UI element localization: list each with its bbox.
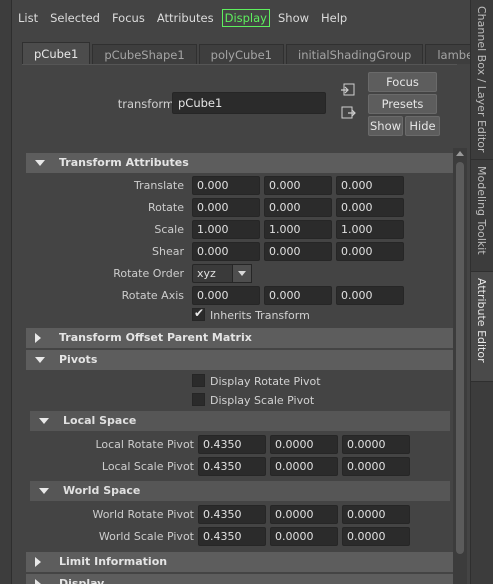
rotate-x-field[interactable] xyxy=(192,198,260,217)
vertical-scrollbar[interactable] xyxy=(453,148,467,584)
focus-button[interactable]: Focus xyxy=(368,72,437,92)
local-scale-pivot-y-field[interactable] xyxy=(270,457,338,476)
rotate-axis-label: Rotate Axis xyxy=(121,289,184,302)
tab-initialshadinggroup[interactable]: initialShadingGroup xyxy=(286,44,424,64)
node-type-label: transform: xyxy=(117,97,178,111)
shear-z-field[interactable] xyxy=(336,242,404,261)
attributes-scroll-area[interactable]: Transform Attributes Translate Rotate Sc… xyxy=(26,148,454,584)
scale-y-field[interactable] xyxy=(264,220,332,239)
hide-button[interactable]: Hide xyxy=(405,116,440,136)
world-rotate-pivot-z-field[interactable] xyxy=(342,505,410,524)
world-scale-pivot-z-field[interactable] xyxy=(342,527,410,546)
go-to-input-icon[interactable] xyxy=(340,83,356,97)
tab-pcube1[interactable]: pCube1 xyxy=(22,42,91,64)
menu-display[interactable]: Display xyxy=(221,9,270,27)
display-rotate-pivot-label: Display Rotate Pivot xyxy=(210,375,321,388)
right-side-tabs: Channel Box / Layer Editor Modeling Tool… xyxy=(470,0,493,584)
node-name-field[interactable] xyxy=(172,92,326,114)
world-rotate-pivot-x-field[interactable] xyxy=(198,505,266,524)
translate-z-field[interactable] xyxy=(336,176,404,195)
rotate-order-label: Rotate Order xyxy=(113,267,184,280)
menu-help[interactable]: Help xyxy=(315,9,353,27)
menu-selected[interactable]: Selected xyxy=(44,9,106,27)
collapse-arrow-icon xyxy=(35,357,45,363)
world-scale-pivot-y-field[interactable] xyxy=(270,527,338,546)
translate-x-field[interactable] xyxy=(192,176,260,195)
scale-x-field[interactable] xyxy=(192,220,260,239)
shear-y-field[interactable] xyxy=(264,242,332,261)
subsection-local-space[interactable]: Local Space xyxy=(30,411,450,431)
tab-pcubeshape1[interactable]: pCubeShape1 xyxy=(92,44,197,64)
presets-button[interactable]: Presets xyxy=(368,94,437,114)
expand-arrow-icon xyxy=(35,579,41,584)
section-display[interactable]: Display xyxy=(26,574,454,584)
tab-attribute-editor[interactable]: Attribute Editor xyxy=(471,272,493,382)
menu-show[interactable]: Show xyxy=(272,9,315,27)
tab-channel-box-layer-editor[interactable]: Channel Box / Layer Editor xyxy=(471,0,493,160)
scroll-up-arrow-icon[interactable] xyxy=(456,151,464,156)
scale-label: Scale xyxy=(154,223,184,236)
world-rotate-pivot-y-field[interactable] xyxy=(270,505,338,524)
rotate-order-value: xyz xyxy=(197,267,216,280)
expand-arrow-icon xyxy=(35,557,41,567)
expand-arrow-icon xyxy=(35,333,41,343)
shear-x-field[interactable] xyxy=(192,242,260,261)
rotate-axis-x-field[interactable] xyxy=(192,286,260,305)
attribute-editor-panel: List Selected Focus Attributes Display S… xyxy=(12,0,470,584)
display-scale-pivot-checkbox[interactable] xyxy=(192,393,205,406)
local-scale-pivot-x-field[interactable] xyxy=(198,457,266,476)
dropdown-button[interactable] xyxy=(232,264,252,283)
section-transform-attributes[interactable]: Transform Attributes xyxy=(26,153,454,173)
translate-y-field[interactable] xyxy=(264,176,332,195)
chevron-down-icon xyxy=(238,271,246,276)
world-scale-pivot-label: World Scale Pivot xyxy=(98,530,194,543)
node-tabs: pCube1 pCubeShape1 polyCube1 initialShad… xyxy=(22,42,470,64)
collapse-arrow-icon xyxy=(35,160,45,166)
section-transform-offset-parent-matrix[interactable]: Transform Offset Parent Matrix xyxy=(26,328,454,348)
tab-polycube1[interactable]: polyCube1 xyxy=(198,44,284,64)
section-limit-information[interactable]: Limit Information xyxy=(26,552,454,572)
local-scale-pivot-label: Local Scale Pivot xyxy=(101,460,194,473)
checkmark-icon: ✔ xyxy=(194,306,205,320)
subsection-world-space[interactable]: World Space xyxy=(30,481,450,501)
local-scale-pivot-z-field[interactable] xyxy=(342,457,410,476)
go-to-output-icon[interactable] xyxy=(340,106,356,120)
world-rotate-pivot-label: World Rotate Pivot xyxy=(92,508,194,521)
local-rotate-pivot-z-field[interactable] xyxy=(342,435,410,454)
menu-focus[interactable]: Focus xyxy=(106,9,151,27)
left-dock-strip xyxy=(0,0,12,584)
menu-list[interactable]: List xyxy=(12,9,44,27)
tab-modeling-toolkit[interactable]: Modeling Toolkit xyxy=(471,160,493,272)
local-rotate-pivot-label: Local Rotate Pivot xyxy=(95,438,194,451)
display-scale-pivot-label: Display Scale Pivot xyxy=(210,394,315,407)
inherits-transform-label: Inherits Transform xyxy=(210,309,310,322)
show-button[interactable]: Show xyxy=(368,116,403,136)
display-rotate-pivot-checkbox[interactable] xyxy=(192,374,205,387)
tab-lambert1[interactable]: lambert1 xyxy=(425,44,470,64)
section-pivots[interactable]: Pivots xyxy=(26,350,454,370)
inherits-transform-checkbox[interactable]: ✔ xyxy=(192,306,205,321)
shear-label: Shear xyxy=(152,245,184,258)
menu-attributes[interactable]: Attributes xyxy=(151,9,220,27)
collapse-arrow-icon xyxy=(39,418,49,424)
rotate-label: Rotate xyxy=(147,201,184,214)
menu-bar: List Selected Focus Attributes Display S… xyxy=(12,8,353,28)
rotate-y-field[interactable] xyxy=(264,198,332,217)
world-scale-pivot-x-field[interactable] xyxy=(198,527,266,546)
scrollbar-thumb[interactable] xyxy=(456,162,464,554)
local-rotate-pivot-y-field[interactable] xyxy=(270,435,338,454)
rotate-z-field[interactable] xyxy=(336,198,404,217)
local-rotate-pivot-x-field[interactable] xyxy=(198,435,266,454)
scale-z-field[interactable] xyxy=(336,220,404,239)
rotate-axis-z-field[interactable] xyxy=(336,286,404,305)
collapse-arrow-icon xyxy=(39,488,49,494)
tab-divider xyxy=(22,64,457,65)
rotate-axis-y-field[interactable] xyxy=(264,286,332,305)
translate-label: Translate xyxy=(134,179,184,192)
